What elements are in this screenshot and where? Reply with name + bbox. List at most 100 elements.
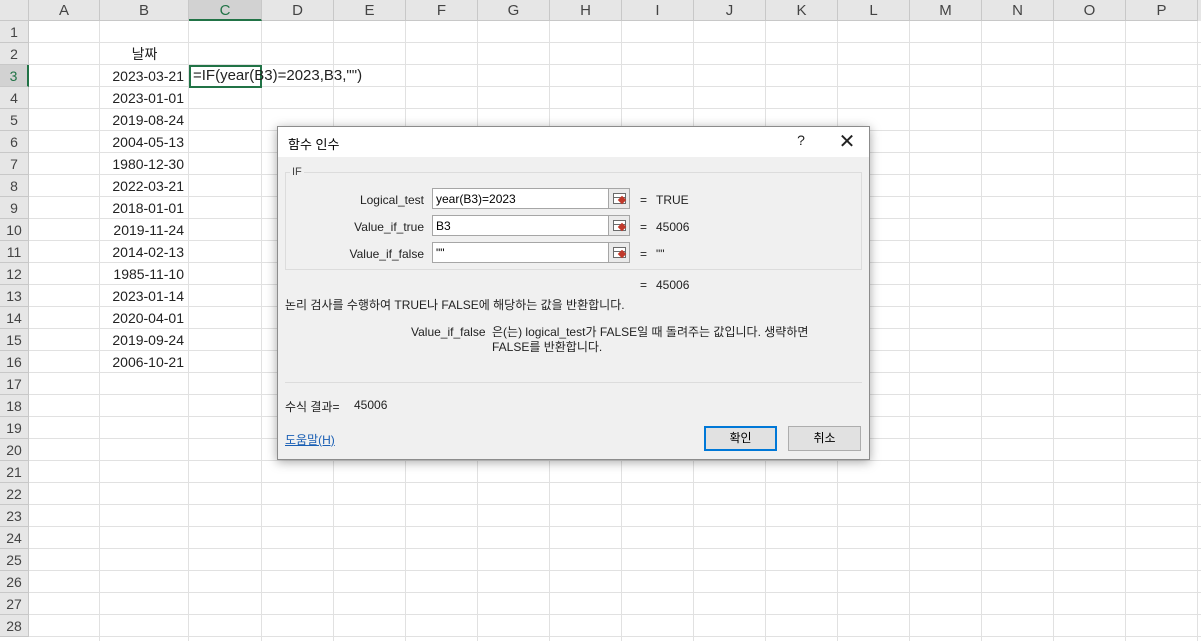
row-header-23[interactable]: 23 bbox=[0, 505, 29, 527]
date-cell[interactable]: 2023-01-01 bbox=[100, 87, 184, 109]
date-cell[interactable]: 2019-09-24 bbox=[100, 329, 184, 351]
help-icon[interactable]: ? bbox=[794, 132, 808, 148]
date-cell[interactable]: 2006-10-21 bbox=[100, 351, 184, 373]
column-header-g[interactable]: G bbox=[478, 0, 550, 21]
column-header-p[interactable]: P bbox=[1126, 0, 1198, 21]
date-cell[interactable]: 2019-08-24 bbox=[100, 109, 184, 131]
column-header-j[interactable]: J bbox=[694, 0, 766, 21]
gridline bbox=[29, 570, 1201, 571]
row-header-12[interactable]: 12 bbox=[0, 263, 29, 285]
help-link[interactable]: 도움말(H) bbox=[285, 431, 335, 448]
ok-button[interactable]: 확인 bbox=[704, 426, 777, 451]
row-header-26[interactable]: 26 bbox=[0, 571, 29, 593]
date-cell[interactable]: 2023-03-21 bbox=[100, 65, 184, 87]
column-header-h[interactable]: H bbox=[550, 0, 622, 21]
date-cell[interactable]: 2014-02-13 bbox=[100, 241, 184, 263]
row-header-2[interactable]: 2 bbox=[0, 43, 29, 65]
range-selector-icon[interactable] bbox=[608, 242, 630, 263]
column-header-i[interactable]: I bbox=[622, 0, 694, 21]
function-description: 논리 검사를 수행하여 TRUE나 FALSE에 해당하는 값을 반환합니다. bbox=[285, 298, 625, 312]
row-header-22[interactable]: 22 bbox=[0, 483, 29, 505]
date-cell[interactable]: 2023-01-14 bbox=[100, 285, 184, 307]
gridline bbox=[29, 504, 1201, 505]
column-header-m[interactable]: M bbox=[910, 0, 982, 21]
logical-test-result: TRUE bbox=[656, 193, 689, 207]
arg-label-value-if-false: Value_if_false bbox=[349, 247, 425, 261]
close-icon[interactable]: ✕ bbox=[834, 129, 860, 155]
function-name-label: IF bbox=[290, 166, 304, 178]
row-header-19[interactable]: 19 bbox=[0, 417, 29, 439]
dialog-title: 함수 인수 bbox=[288, 137, 340, 152]
gridline bbox=[29, 636, 1201, 637]
column-header-e[interactable]: E bbox=[334, 0, 406, 21]
cell-b2-header[interactable]: 날짜 bbox=[100, 43, 189, 65]
cell-c3-formula[interactable]: =IF(year(B3)=2023,B3,"") bbox=[193, 65, 362, 87]
row-header-27[interactable]: 27 bbox=[0, 593, 29, 615]
date-cell[interactable]: 1985-11-10 bbox=[100, 263, 184, 285]
row-header-13[interactable]: 13 bbox=[0, 285, 29, 307]
row-header-20[interactable]: 20 bbox=[0, 439, 29, 461]
row-header-14[interactable]: 14 bbox=[0, 307, 29, 329]
row-header-24[interactable]: 24 bbox=[0, 527, 29, 549]
date-cell[interactable]: 1980-12-30 bbox=[100, 153, 184, 175]
date-cell[interactable]: 2020-04-01 bbox=[100, 307, 184, 329]
row-header-4[interactable]: 4 bbox=[0, 87, 29, 109]
row-header-3[interactable]: 3 bbox=[0, 65, 29, 87]
row-header-16[interactable]: 16 bbox=[0, 351, 29, 373]
range-selector-icon[interactable] bbox=[608, 215, 630, 236]
gridline bbox=[29, 108, 1201, 109]
row-header-18[interactable]: 18 bbox=[0, 395, 29, 417]
date-cell[interactable]: 2018-01-01 bbox=[100, 197, 184, 219]
range-selector-icon[interactable] bbox=[608, 188, 630, 209]
value-if-true-input[interactable]: B3 bbox=[432, 215, 609, 236]
formula-result-label: 수식 결과= bbox=[285, 400, 340, 414]
row-header-25[interactable]: 25 bbox=[0, 549, 29, 571]
equals-sign: = bbox=[640, 220, 648, 234]
gridline bbox=[29, 42, 1201, 43]
gridline bbox=[29, 482, 1201, 483]
argument-description-text: 은(는) logical_test가 FALSE일 때 돌려주는 값입니다. 생… bbox=[492, 325, 809, 354]
row-header-28[interactable]: 28 bbox=[0, 615, 29, 637]
gridline bbox=[29, 526, 1201, 527]
equals-sign: = bbox=[640, 193, 648, 207]
date-cell[interactable]: 2004-05-13 bbox=[100, 131, 184, 153]
equals-sign: = bbox=[640, 247, 648, 261]
row-header-8[interactable]: 8 bbox=[0, 175, 29, 197]
row-header-5[interactable]: 5 bbox=[0, 109, 29, 131]
row-header-7[interactable]: 7 bbox=[0, 153, 29, 175]
gridline bbox=[29, 592, 1201, 593]
row-header-1[interactable]: 1 bbox=[0, 21, 29, 43]
arg-label-logical-test: Logical_test bbox=[359, 193, 424, 207]
gridline bbox=[29, 614, 1201, 615]
row-header-15[interactable]: 15 bbox=[0, 329, 29, 351]
date-cell[interactable]: 2022-03-21 bbox=[100, 175, 184, 197]
row-header-21[interactable]: 21 bbox=[0, 461, 29, 483]
equals-sign: = bbox=[640, 278, 648, 292]
column-header-a[interactable]: A bbox=[29, 0, 100, 21]
arg-label-value-if-true: Value_if_true bbox=[354, 220, 424, 234]
dialog-titlebar: 함수 인수 ? ✕ bbox=[278, 127, 869, 157]
row-header-11[interactable]: 11 bbox=[0, 241, 29, 263]
date-cell[interactable]: 2019-11-24 bbox=[100, 219, 184, 241]
function-arguments-dialog: 함수 인수 ? ✕ IF Logical_test year(B3)=2023 … bbox=[277, 126, 870, 460]
column-header-f[interactable]: F bbox=[406, 0, 478, 21]
column-header-o[interactable]: O bbox=[1054, 0, 1126, 21]
row-header-9[interactable]: 9 bbox=[0, 197, 29, 219]
cancel-button[interactable]: 취소 bbox=[788, 426, 861, 451]
divider bbox=[285, 382, 862, 383]
value-if-false-result: "" bbox=[656, 247, 665, 261]
column-header-n[interactable]: N bbox=[982, 0, 1054, 21]
row-header-6[interactable]: 6 bbox=[0, 131, 29, 153]
column-header-b[interactable]: B bbox=[100, 0, 189, 21]
value-if-true-result: 45006 bbox=[656, 220, 690, 234]
column-header-c[interactable]: C bbox=[189, 0, 262, 21]
row-header-17[interactable]: 17 bbox=[0, 373, 29, 395]
row-header-10[interactable]: 10 bbox=[0, 219, 29, 241]
value-if-false-input[interactable]: "" bbox=[432, 242, 609, 263]
formula-result-value: 45006 bbox=[354, 398, 388, 412]
logical-test-input[interactable]: year(B3)=2023 bbox=[432, 188, 609, 209]
column-header-k[interactable]: K bbox=[766, 0, 838, 21]
column-header-l[interactable]: L bbox=[838, 0, 910, 21]
select-all-corner[interactable] bbox=[0, 0, 29, 21]
column-header-d[interactable]: D bbox=[262, 0, 334, 21]
